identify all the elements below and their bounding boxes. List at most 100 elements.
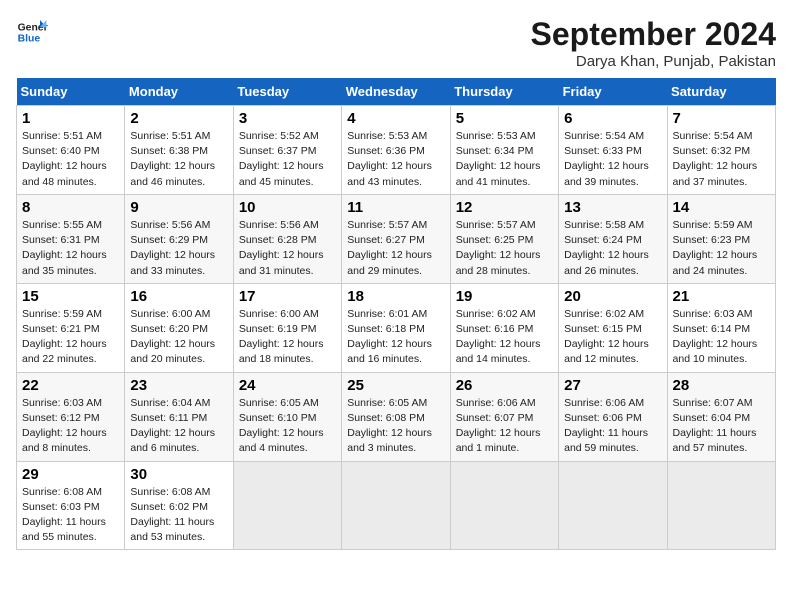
day-number: 14	[673, 199, 770, 216]
location-title: Darya Khan, Punjab, Pakistan	[531, 53, 776, 70]
table-row: 27 Sunrise: 6:06 AMSunset: 6:06 PMDaylig…	[559, 372, 667, 461]
table-row: 25 Sunrise: 6:05 AMSunset: 6:08 PMDaylig…	[342, 372, 450, 461]
day-info: Sunrise: 5:59 AMSunset: 6:21 PMDaylight:…	[22, 307, 119, 368]
svg-text:Blue: Blue	[18, 34, 41, 45]
day-info: Sunrise: 6:08 AMSunset: 6:03 PMDaylight:…	[22, 485, 119, 546]
table-row	[667, 461, 775, 550]
day-number: 8	[22, 199, 119, 216]
day-number: 17	[239, 288, 336, 305]
table-row: 7 Sunrise: 5:54 AMSunset: 6:32 PMDayligh…	[667, 106, 775, 195]
table-row: 29 Sunrise: 6:08 AMSunset: 6:03 PMDaylig…	[17, 461, 125, 550]
table-row: 13 Sunrise: 5:58 AMSunset: 6:24 PMDaylig…	[559, 194, 667, 283]
table-row: 12 Sunrise: 5:57 AMSunset: 6:25 PMDaylig…	[450, 194, 558, 283]
logo-icon: General Blue	[16, 16, 48, 48]
table-row: 3 Sunrise: 5:52 AMSunset: 6:37 PMDayligh…	[233, 106, 341, 195]
calendar-table: Sunday Monday Tuesday Wednesday Thursday…	[16, 78, 776, 550]
day-info: Sunrise: 5:58 AMSunset: 6:24 PMDaylight:…	[564, 218, 661, 279]
day-info: Sunrise: 5:53 AMSunset: 6:36 PMDaylight:…	[347, 129, 444, 190]
day-info: Sunrise: 6:05 AMSunset: 6:10 PMDaylight:…	[239, 396, 336, 457]
table-row: 17 Sunrise: 6:00 AMSunset: 6:19 PMDaylig…	[233, 283, 341, 372]
table-row: 14 Sunrise: 5:59 AMSunset: 6:23 PMDaylig…	[667, 194, 775, 283]
col-thursday: Thursday	[450, 78, 558, 106]
day-info: Sunrise: 5:59 AMSunset: 6:23 PMDaylight:…	[673, 218, 770, 279]
table-row: 30 Sunrise: 6:08 AMSunset: 6:02 PMDaylig…	[125, 461, 233, 550]
day-info: Sunrise: 6:04 AMSunset: 6:11 PMDaylight:…	[130, 396, 227, 457]
day-number: 23	[130, 377, 227, 394]
day-number: 26	[456, 377, 553, 394]
table-row	[342, 461, 450, 550]
day-info: Sunrise: 5:57 AMSunset: 6:27 PMDaylight:…	[347, 218, 444, 279]
table-row: 22 Sunrise: 6:03 AMSunset: 6:12 PMDaylig…	[17, 372, 125, 461]
table-row: 20 Sunrise: 6:02 AMSunset: 6:15 PMDaylig…	[559, 283, 667, 372]
day-number: 16	[130, 288, 227, 305]
day-info: Sunrise: 5:51 AMSunset: 6:40 PMDaylight:…	[22, 129, 119, 190]
col-monday: Monday	[125, 78, 233, 106]
logo: General Blue	[16, 16, 48, 48]
table-row: 26 Sunrise: 6:06 AMSunset: 6:07 PMDaylig…	[450, 372, 558, 461]
title-area: September 2024 Darya Khan, Punjab, Pakis…	[531, 16, 776, 70]
day-info: Sunrise: 6:02 AMSunset: 6:16 PMDaylight:…	[456, 307, 553, 368]
day-number: 15	[22, 288, 119, 305]
day-number: 5	[456, 110, 553, 127]
day-info: Sunrise: 6:03 AMSunset: 6:14 PMDaylight:…	[673, 307, 770, 368]
table-row: 1 Sunrise: 5:51 AMSunset: 6:40 PMDayligh…	[17, 106, 125, 195]
day-info: Sunrise: 6:00 AMSunset: 6:20 PMDaylight:…	[130, 307, 227, 368]
day-info: Sunrise: 5:52 AMSunset: 6:37 PMDaylight:…	[239, 129, 336, 190]
table-row: 2 Sunrise: 5:51 AMSunset: 6:38 PMDayligh…	[125, 106, 233, 195]
table-row: 18 Sunrise: 6:01 AMSunset: 6:18 PMDaylig…	[342, 283, 450, 372]
day-number: 6	[564, 110, 661, 127]
day-number: 30	[130, 466, 227, 483]
month-title: September 2024	[531, 16, 776, 53]
table-row	[233, 461, 341, 550]
day-info: Sunrise: 5:53 AMSunset: 6:34 PMDaylight:…	[456, 129, 553, 190]
day-info: Sunrise: 6:06 AMSunset: 6:07 PMDaylight:…	[456, 396, 553, 457]
day-info: Sunrise: 6:05 AMSunset: 6:08 PMDaylight:…	[347, 396, 444, 457]
day-info: Sunrise: 5:57 AMSunset: 6:25 PMDaylight:…	[456, 218, 553, 279]
col-friday: Friday	[559, 78, 667, 106]
day-number: 4	[347, 110, 444, 127]
table-row: 11 Sunrise: 5:57 AMSunset: 6:27 PMDaylig…	[342, 194, 450, 283]
day-info: Sunrise: 6:01 AMSunset: 6:18 PMDaylight:…	[347, 307, 444, 368]
table-row: 5 Sunrise: 5:53 AMSunset: 6:34 PMDayligh…	[450, 106, 558, 195]
table-row	[450, 461, 558, 550]
day-number: 7	[673, 110, 770, 127]
day-info: Sunrise: 6:02 AMSunset: 6:15 PMDaylight:…	[564, 307, 661, 368]
day-number: 19	[456, 288, 553, 305]
table-row: 15 Sunrise: 5:59 AMSunset: 6:21 PMDaylig…	[17, 283, 125, 372]
day-info: Sunrise: 6:07 AMSunset: 6:04 PMDaylight:…	[673, 396, 770, 457]
table-row: 19 Sunrise: 6:02 AMSunset: 6:16 PMDaylig…	[450, 283, 558, 372]
table-row: 8 Sunrise: 5:55 AMSunset: 6:31 PMDayligh…	[17, 194, 125, 283]
table-row: 6 Sunrise: 5:54 AMSunset: 6:33 PMDayligh…	[559, 106, 667, 195]
day-number: 2	[130, 110, 227, 127]
col-wednesday: Wednesday	[342, 78, 450, 106]
day-number: 11	[347, 199, 444, 216]
day-info: Sunrise: 6:03 AMSunset: 6:12 PMDaylight:…	[22, 396, 119, 457]
day-info: Sunrise: 6:00 AMSunset: 6:19 PMDaylight:…	[239, 307, 336, 368]
day-info: Sunrise: 5:54 AMSunset: 6:32 PMDaylight:…	[673, 129, 770, 190]
table-row: 10 Sunrise: 5:56 AMSunset: 6:28 PMDaylig…	[233, 194, 341, 283]
day-info: Sunrise: 5:54 AMSunset: 6:33 PMDaylight:…	[564, 129, 661, 190]
day-info: Sunrise: 5:55 AMSunset: 6:31 PMDaylight:…	[22, 218, 119, 279]
day-info: Sunrise: 6:08 AMSunset: 6:02 PMDaylight:…	[130, 485, 227, 546]
day-number: 27	[564, 377, 661, 394]
col-tuesday: Tuesday	[233, 78, 341, 106]
day-number: 25	[347, 377, 444, 394]
table-row: 24 Sunrise: 6:05 AMSunset: 6:10 PMDaylig…	[233, 372, 341, 461]
day-info: Sunrise: 5:56 AMSunset: 6:29 PMDaylight:…	[130, 218, 227, 279]
day-number: 29	[22, 466, 119, 483]
day-number: 13	[564, 199, 661, 216]
col-sunday: Sunday	[17, 78, 125, 106]
table-row: 21 Sunrise: 6:03 AMSunset: 6:14 PMDaylig…	[667, 283, 775, 372]
day-number: 3	[239, 110, 336, 127]
day-number: 10	[239, 199, 336, 216]
day-number: 1	[22, 110, 119, 127]
day-number: 20	[564, 288, 661, 305]
day-number: 18	[347, 288, 444, 305]
table-row: 28 Sunrise: 6:07 AMSunset: 6:04 PMDaylig…	[667, 372, 775, 461]
day-number: 22	[22, 377, 119, 394]
day-number: 9	[130, 199, 227, 216]
day-info: Sunrise: 5:51 AMSunset: 6:38 PMDaylight:…	[130, 129, 227, 190]
day-number: 12	[456, 199, 553, 216]
table-row	[559, 461, 667, 550]
table-row: 23 Sunrise: 6:04 AMSunset: 6:11 PMDaylig…	[125, 372, 233, 461]
